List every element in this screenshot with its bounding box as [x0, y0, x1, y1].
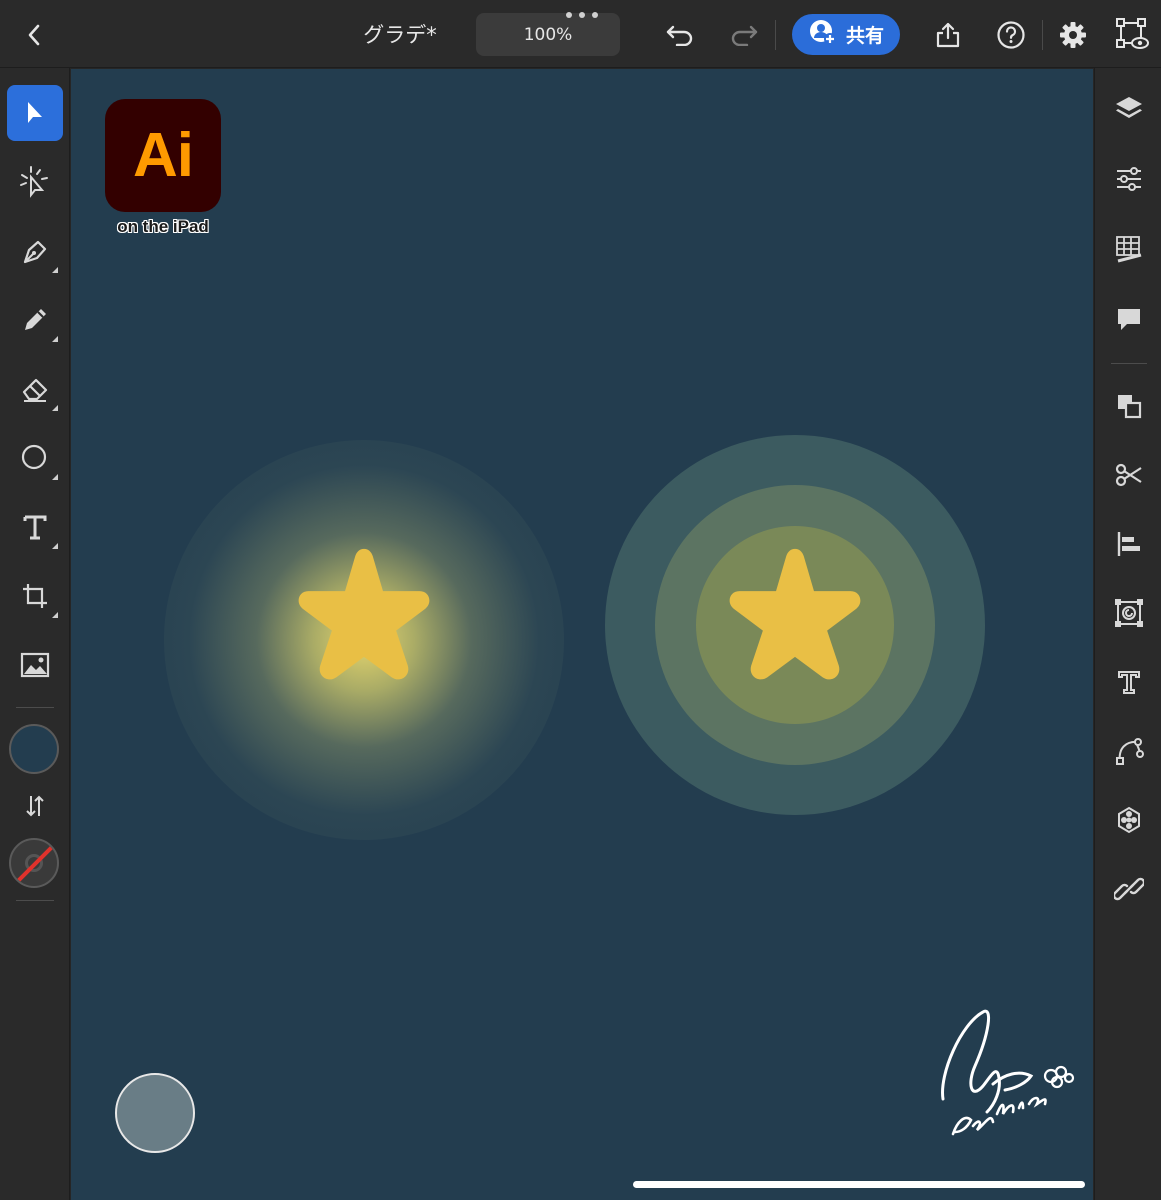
- links-button[interactable]: [1108, 868, 1150, 910]
- grid-ruler-icon: [1116, 236, 1142, 263]
- toolbar-divider: [16, 707, 54, 708]
- arrange-button[interactable]: [1108, 385, 1150, 427]
- preview-mode-button[interactable]: [1112, 14, 1152, 54]
- share-label: 共有: [845, 25, 884, 47]
- pencil-tool[interactable]: [7, 292, 63, 348]
- add-user-icon: [808, 18, 838, 51]
- artist-signature: [941, 1009, 1075, 1136]
- artboard-canvas[interactable]: Ai on the iPad: [71, 69, 1093, 1200]
- sliders-icon: [1117, 167, 1141, 191]
- text-box-icon: [1118, 671, 1140, 694]
- export-button[interactable]: [928, 16, 968, 54]
- pen-nib-icon: [23, 240, 47, 264]
- left-toolbar: [0, 68, 70, 1200]
- type-tool[interactable]: [7, 499, 63, 555]
- ellipse-tool[interactable]: [7, 430, 63, 486]
- path-button[interactable]: [1108, 730, 1150, 772]
- home-indicator[interactable]: [633, 1181, 1085, 1188]
- crop-transform-icon: [23, 584, 47, 608]
- toolbar-divider: [775, 20, 776, 50]
- image-icon: [20, 652, 50, 678]
- view-shape-icon: [1116, 18, 1149, 49]
- export-icon: [936, 22, 960, 48]
- quick-actions-icon: [1118, 806, 1140, 834]
- document-title[interactable]: グラデ*: [340, 18, 460, 50]
- help-icon: [997, 21, 1025, 49]
- swap-arrows-icon: [26, 795, 44, 817]
- comments-button[interactable]: [1108, 298, 1150, 340]
- panel-divider: [1111, 363, 1147, 364]
- transform-tool[interactable]: [7, 568, 63, 624]
- cut-button[interactable]: [1108, 454, 1150, 496]
- arrange-icon: [1118, 395, 1142, 419]
- undo-icon: [666, 25, 693, 46]
- eraser-tool[interactable]: [7, 361, 63, 417]
- eraser-icon: [22, 378, 48, 402]
- image-tool[interactable]: [7, 637, 63, 693]
- align-button[interactable]: [1108, 523, 1150, 565]
- fill-color-swatch[interactable]: [9, 724, 59, 774]
- pencil-icon: [25, 309, 46, 330]
- text-t-icon: [23, 515, 47, 540]
- chevron-left-icon: [28, 24, 40, 46]
- logo-caption: on the iPad: [117, 217, 209, 236]
- layers-icon: [1116, 97, 1142, 118]
- toolbar-divider: [1042, 20, 1043, 50]
- logo-text: Ai: [133, 121, 194, 190]
- link-chain-icon: [1114, 877, 1144, 901]
- right-panel-toolbar: [1094, 68, 1161, 1200]
- illustrator-logo: Ai: [105, 99, 221, 212]
- redo-button[interactable]: [724, 16, 764, 54]
- back-button[interactable]: [14, 16, 54, 54]
- stroke-color-swatch[interactable]: [9, 838, 59, 888]
- undo-button[interactable]: [660, 16, 700, 54]
- swatches-button[interactable]: [1108, 228, 1150, 270]
- speech-bubble-icon: [1118, 309, 1140, 330]
- touch-select-icon: [20, 166, 48, 198]
- properties-button[interactable]: [1108, 158, 1150, 200]
- direct-selection-tool[interactable]: [7, 154, 63, 210]
- selection-tool[interactable]: [7, 85, 63, 141]
- submenu-indicator: [52, 612, 58, 618]
- settings-button[interactable]: [1053, 16, 1093, 54]
- repeat-button[interactable]: [1108, 592, 1150, 634]
- no-color-slash: [12, 840, 57, 886]
- swap-fill-stroke-button[interactable]: [7, 778, 63, 834]
- star-shape-left[interactable]: [291, 543, 437, 689]
- zoom-level[interactable]: 100%: [476, 13, 620, 56]
- bezier-path-icon: [1116, 738, 1144, 765]
- redo-icon: [731, 25, 758, 46]
- top-toolbar: グラデ* 100% 共有: [0, 0, 1161, 68]
- submenu-indicator: [52, 474, 58, 480]
- repeat-grid-icon: [1115, 599, 1143, 627]
- share-button[interactable]: 共有: [792, 14, 900, 55]
- submenu-indicator: [52, 336, 58, 342]
- type-settings-button[interactable]: [1108, 661, 1150, 703]
- quick-actions-button[interactable]: [1108, 799, 1150, 841]
- more-options-icon[interactable]: [566, 12, 598, 20]
- layers-button[interactable]: [1108, 88, 1150, 130]
- submenu-indicator: [52, 267, 58, 273]
- circle-shape-icon: [21, 444, 47, 470]
- help-button[interactable]: [991, 16, 1031, 54]
- touch-shortcut-button[interactable]: [115, 1073, 195, 1153]
- submenu-indicator: [52, 543, 58, 549]
- scissors-icon: [1115, 463, 1142, 487]
- pen-tool[interactable]: [7, 223, 63, 279]
- arrow-pointer-icon: [28, 102, 42, 123]
- submenu-indicator: [52, 405, 58, 411]
- star-shape-right[interactable]: [722, 543, 868, 689]
- align-left-icon: [1117, 532, 1140, 556]
- toolbar-divider: [16, 900, 54, 901]
- gear-icon: [1060, 22, 1086, 48]
